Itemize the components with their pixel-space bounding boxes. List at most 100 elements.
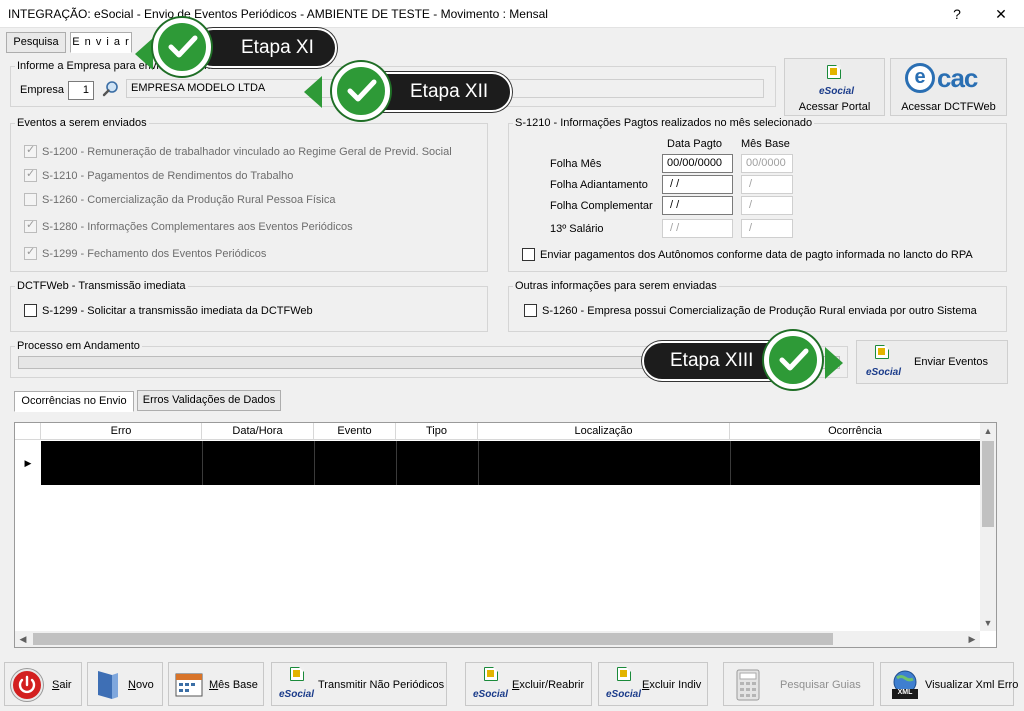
- row-indicator-icon: ▶: [15, 441, 41, 485]
- mes-base-header: Mês Base: [741, 138, 790, 150]
- acessar-portal-button[interactable]: eSocial Acessar Portal: [784, 58, 885, 116]
- autonomos-option[interactable]: Enviar pagamentos dos Autônomos conforme…: [522, 248, 973, 264]
- folha-adiantamento-label: Folha Adiantamento: [550, 179, 648, 191]
- outras-legend: Outras informações para serem enviadas: [515, 280, 717, 292]
- help-button[interactable]: ?: [942, 4, 972, 24]
- dctfweb-checkbox[interactable]: [24, 304, 37, 317]
- event-checkbox[interactable]: [24, 193, 37, 206]
- horizontal-scrollbar[interactable]: ◀ ▶: [15, 631, 980, 647]
- event-checkbox[interactable]: [24, 218, 37, 233]
- tab-ocorrencias[interactable]: Ocorrências no Envio: [14, 391, 134, 412]
- acessar-portal-label: Acessar Portal: [798, 101, 871, 113]
- esocial-logo-text: eSocial: [279, 689, 315, 700]
- ecac-logo-text: cac: [937, 63, 978, 93]
- event-checkbox[interactable]: [24, 143, 37, 158]
- callout-etapa-xiii: Etapa XIII: [642, 331, 854, 395]
- event-item[interactable]: S-1260 - Comercialização da Produção Rur…: [24, 193, 335, 209]
- scroll-left-icon[interactable]: ◀: [15, 631, 31, 647]
- empresa-label: Empresa: [20, 84, 65, 96]
- column-header[interactable]: Localização: [478, 423, 730, 440]
- folha-complementar-base-field: /: [741, 196, 793, 215]
- mes-base-label: Mês Base: [209, 679, 258, 691]
- grid-corner: [15, 423, 41, 440]
- novo-button[interactable]: Novo: [87, 662, 163, 706]
- dctfweb-option[interactable]: S-1299 - Solicitar a transmissão imediat…: [24, 304, 313, 320]
- event-label: S-1210 - Pagamentos de Rendimentos do Tr…: [42, 170, 294, 182]
- transmitir-label: Transmitir Não Periódicos: [318, 679, 445, 691]
- visualizar-xml-erro-button[interactable]: XML Visualizar Xml Erro: [880, 662, 1018, 706]
- search-icon[interactable]: [102, 80, 120, 98]
- scroll-thumb[interactable]: [33, 633, 833, 645]
- folha-mes-data-field[interactable]: 00/00/0000: [662, 154, 733, 173]
- empresa-code-field[interactable]: 1: [68, 81, 94, 100]
- event-label: S-1280 - Informações Complementares aos …: [42, 221, 353, 233]
- check-circle-icon: [332, 62, 390, 120]
- scroll-up-icon[interactable]: ▲: [980, 423, 996, 439]
- check-circle-icon: [153, 18, 211, 76]
- vertical-scrollbar[interactable]: ▲ ▼: [980, 423, 996, 631]
- table-row[interactable]: [41, 441, 980, 485]
- sair-button[interactable]: Sair: [4, 662, 82, 706]
- event-checkbox[interactable]: [24, 167, 37, 182]
- check-circle-icon: [764, 331, 822, 389]
- tab-erros-validacoes[interactable]: Erros Validações de Dados: [137, 390, 281, 411]
- window-title: INTEGRAÇÃO: eSocial - Envio de Eventos P…: [8, 7, 548, 21]
- excluir-indiv-label: Excluir Indiv: [642, 679, 702, 691]
- folha-mes-base-field: 00/0000: [741, 154, 793, 173]
- folha-adiantamento-data-field[interactable]: / /: [662, 175, 733, 194]
- novo-label: Novo: [128, 679, 154, 691]
- xml-globe-icon: XML: [889, 669, 921, 701]
- processo-legend: Processo em Andamento: [17, 340, 140, 352]
- excluir-reabrir-button[interactable]: eSocial Excluir/Reabrir: [465, 662, 592, 706]
- scroll-down-icon[interactable]: ▼: [980, 615, 996, 631]
- dctfweb-legend: DCTFWeb - Transmissão imediata: [17, 280, 186, 292]
- esocial-logo-text: eSocial: [606, 689, 642, 700]
- esocial-logo-text: eSocial: [819, 86, 855, 97]
- folha-mes-label: Folha Mês: [550, 158, 602, 170]
- outras-checkbox[interactable]: [524, 304, 537, 317]
- ecac-logo-icon: e: [905, 63, 935, 93]
- tab-pesquisa[interactable]: Pesquisa: [6, 32, 66, 53]
- event-item[interactable]: S-1200 - Remuneração de trabalhador vinc…: [24, 143, 452, 161]
- outras-option[interactable]: S-1260 - Empresa possui Comercialização …: [524, 304, 977, 320]
- folha-complementar-data-field[interactable]: / /: [662, 196, 733, 215]
- tab-enviar[interactable]: E n v i a r: [70, 32, 132, 53]
- enviar-eventos-button[interactable]: eSocial Enviar Eventos: [856, 340, 1008, 384]
- esocial-logo-text: eSocial: [866, 367, 902, 378]
- column-header[interactable]: Data/Hora: [202, 423, 314, 440]
- esocial-logo-text: eSocial: [473, 689, 509, 700]
- event-checkbox[interactable]: [24, 245, 37, 260]
- event-item[interactable]: S-1299 - Fechamento dos Eventos Periódic…: [24, 245, 266, 263]
- column-header[interactable]: Evento: [314, 423, 396, 440]
- s1210-legend: S-1210 - Informações Pagtos realizados n…: [515, 117, 813, 129]
- decimo-terceiro-base-field: /: [741, 219, 793, 238]
- event-label: S-1200 - Remuneração de trabalhador vinc…: [42, 146, 452, 158]
- calendar-icon: [175, 671, 203, 697]
- occurrences-grid[interactable]: Erro Data/Hora Evento Tipo Localização O…: [14, 422, 997, 648]
- decimo-terceiro-label: 13º Salário: [550, 223, 604, 235]
- acessar-dctfweb-button[interactable]: e cac Acessar DCTFWeb: [890, 58, 1007, 116]
- column-header[interactable]: Tipo: [396, 423, 478, 440]
- event-item[interactable]: S-1280 - Informações Complementares aos …: [24, 218, 353, 236]
- title-bar: INTEGRAÇÃO: eSocial - Envio de Eventos P…: [0, 0, 1024, 28]
- pesquisar-guias-button[interactable]: Pesquisar Guias: [723, 662, 874, 706]
- column-header[interactable]: Ocorrência: [730, 423, 980, 440]
- excluir-indiv-button[interactable]: eSocial Excluir Indiv: [598, 662, 708, 706]
- autonomos-label: Enviar pagamentos dos Autônomos conforme…: [540, 249, 973, 261]
- calculator-icon: [734, 669, 762, 701]
- close-button[interactable]: ✕: [986, 4, 1016, 24]
- event-label: S-1299 - Fechamento dos Eventos Periódic…: [42, 248, 267, 260]
- scroll-right-icon[interactable]: ▶: [964, 631, 980, 647]
- event-label: S-1260 - Comercialização da Produção Rur…: [42, 194, 336, 206]
- excluir-reabrir-label: Excluir/Reabrir: [512, 679, 585, 691]
- data-pagto-header: Data Pagto: [667, 138, 723, 150]
- autonomos-checkbox[interactable]: [522, 248, 535, 261]
- scroll-thumb[interactable]: [982, 441, 994, 527]
- mes-base-button[interactable]: Mês Base: [168, 662, 264, 706]
- event-item[interactable]: S-1210 - Pagamentos de Rendimentos do Tr…: [24, 167, 293, 185]
- enviar-eventos-label: Enviar Eventos: [914, 356, 988, 368]
- power-icon: [11, 669, 43, 701]
- new-document-icon: [96, 669, 120, 701]
- column-header[interactable]: Erro: [41, 423, 202, 440]
- transmitir-nao-periodicos-button[interactable]: eSocial Transmitir Não Periódicos: [271, 662, 447, 706]
